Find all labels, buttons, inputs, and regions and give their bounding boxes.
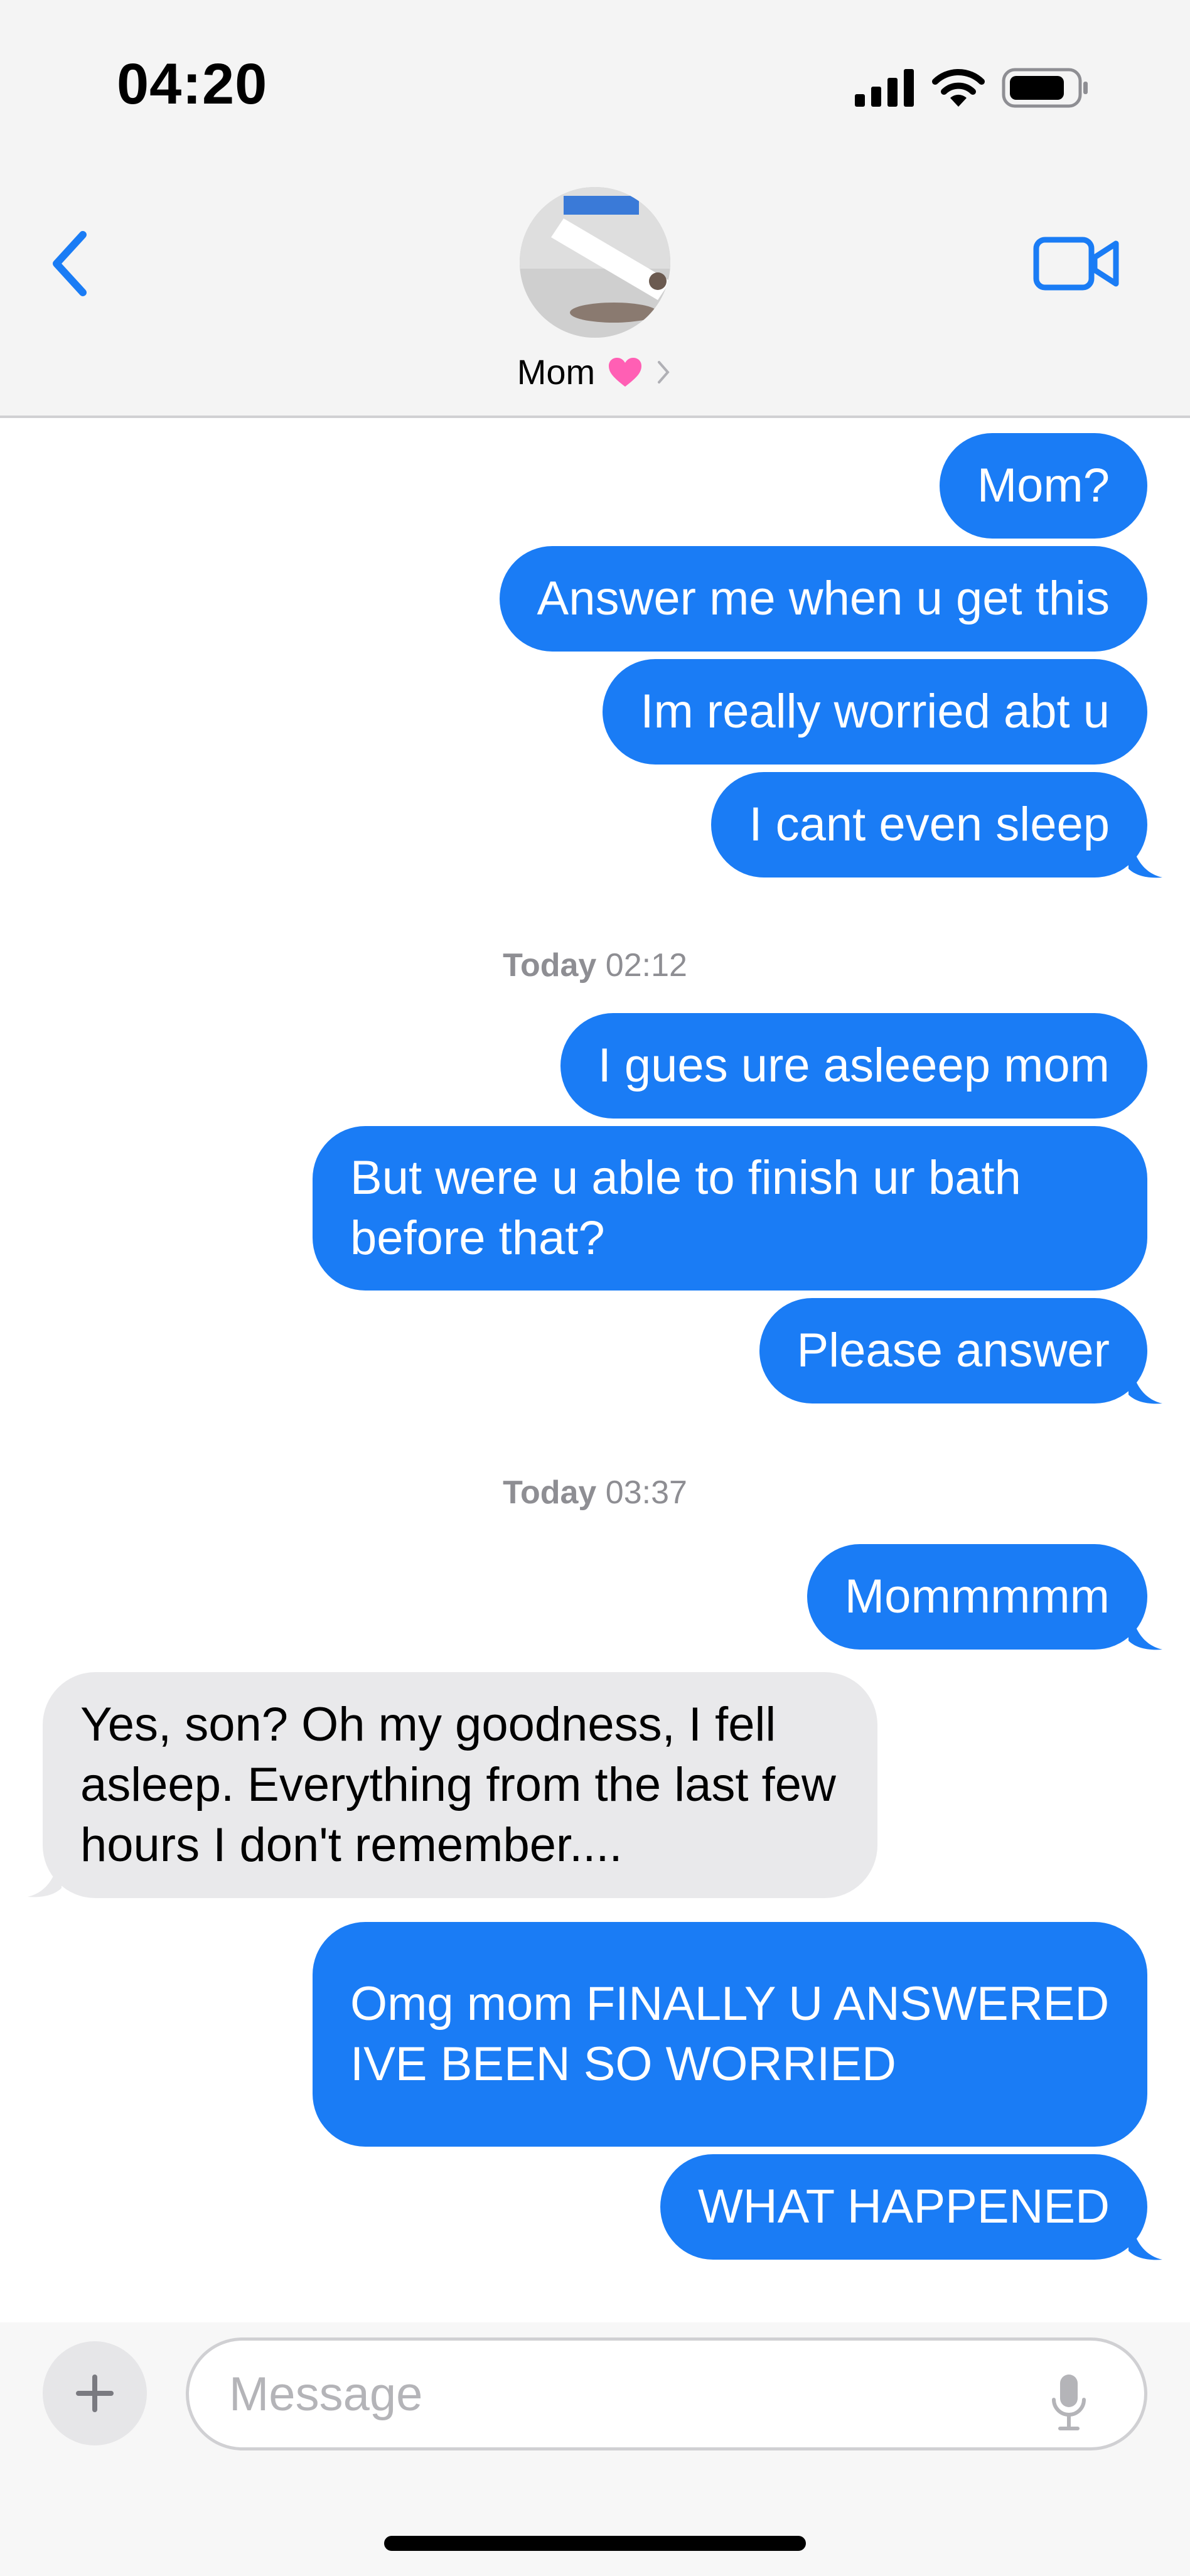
message-text: Omg mom FINALLY U ANSWERED IVE BEEN SO W…: [350, 1977, 1110, 2091]
timestamp-day: Today: [503, 1474, 597, 1511]
wifi-icon: [932, 68, 985, 107]
message-text: Mom?: [977, 459, 1110, 512]
bubble-tail-outgoing: [1128, 1355, 1162, 1404]
pink-heart-icon: [609, 357, 642, 387]
status-icons: [855, 63, 1090, 113]
chevron-right-icon: [658, 360, 670, 384]
message-bubble-outgoing[interactable]: Answer me when u get this: [499, 546, 1147, 652]
cellular-signal-icon: [855, 69, 914, 107]
conversation-header: 04:20 Mom: [0, 0, 1190, 418]
message-bubble-outgoing[interactable]: Please answer: [759, 1298, 1147, 1403]
contact-name-row[interactable]: Mom: [0, 352, 1190, 392]
message-text: I cant even sleep: [749, 798, 1110, 851]
plus-icon: [76, 2375, 114, 2412]
add-attachment-button[interactable]: [43, 2341, 147, 2445]
bubble-tail-outgoing: [1128, 1601, 1162, 1650]
message-bubble-outgoing[interactable]: I cant even sleep: [711, 772, 1147, 877]
message-text: Mommmmm: [844, 1570, 1110, 1623]
message-input-placeholder: Message: [229, 2367, 423, 2421]
bubble-tail-incoming: [28, 1848, 62, 1897]
message-text: I gues ure asleeep mom: [598, 1039, 1110, 1092]
home-indicator[interactable]: [384, 2536, 806, 2551]
message-bubble-outgoing[interactable]: Mommmmm: [807, 1544, 1147, 1650]
message-text: Im really worried abt u: [640, 685, 1110, 738]
message-bubble-outgoing[interactable]: But were u able to finish ur bath before…: [313, 1126, 1147, 1291]
microphone-icon[interactable]: [1049, 2372, 1089, 2432]
timestamp-day: Today: [503, 947, 597, 984]
bubble-tail-outgoing: [1128, 829, 1162, 878]
battery-icon: [1002, 68, 1088, 108]
message-text: Answer me when u get this: [537, 572, 1110, 625]
message-bubble-outgoing[interactable]: Im really worried abt u: [603, 659, 1147, 765]
message-text: But were u able to finish ur bath before…: [350, 1151, 1021, 1265]
message-bubble-outgoing[interactable]: I gues ure asleeep mom: [560, 1013, 1147, 1119]
video-call-icon[interactable]: [1033, 232, 1121, 295]
contact-avatar[interactable]: [520, 187, 670, 338]
message-bubble-outgoing[interactable]: WHAT HAPPENED: [660, 2154, 1147, 2260]
avatar-photo: [520, 187, 670, 338]
message-bubble-incoming[interactable]: Yes, son? Oh my goodness, I fell asleep.…: [43, 1672, 877, 1898]
status-time: 04:20: [117, 52, 268, 116]
message-text: Yes, son? Oh my goodness, I fell asleep.…: [80, 1698, 836, 1872]
message-text: WHAT HAPPENED: [698, 2180, 1110, 2233]
message-bubble-outgoing[interactable]: Omg mom FINALLY U ANSWERED IVE BEEN SO W…: [313, 1922, 1147, 2147]
timestamp: Today 03:37: [0, 1474, 1190, 1511]
timestamp: Today 02:12: [0, 947, 1190, 984]
back-chevron-icon[interactable]: [44, 226, 100, 301]
contact-name: Mom: [517, 352, 596, 392]
timestamp-time: 02:12: [605, 947, 687, 984]
bubble-tail-outgoing: [1128, 2211, 1162, 2260]
message-input[interactable]: Message: [186, 2337, 1147, 2450]
message-bubble-outgoing[interactable]: Mom?: [939, 433, 1147, 539]
message-text: Please answer: [796, 1324, 1110, 1377]
timestamp-time: 03:37: [605, 1474, 687, 1511]
